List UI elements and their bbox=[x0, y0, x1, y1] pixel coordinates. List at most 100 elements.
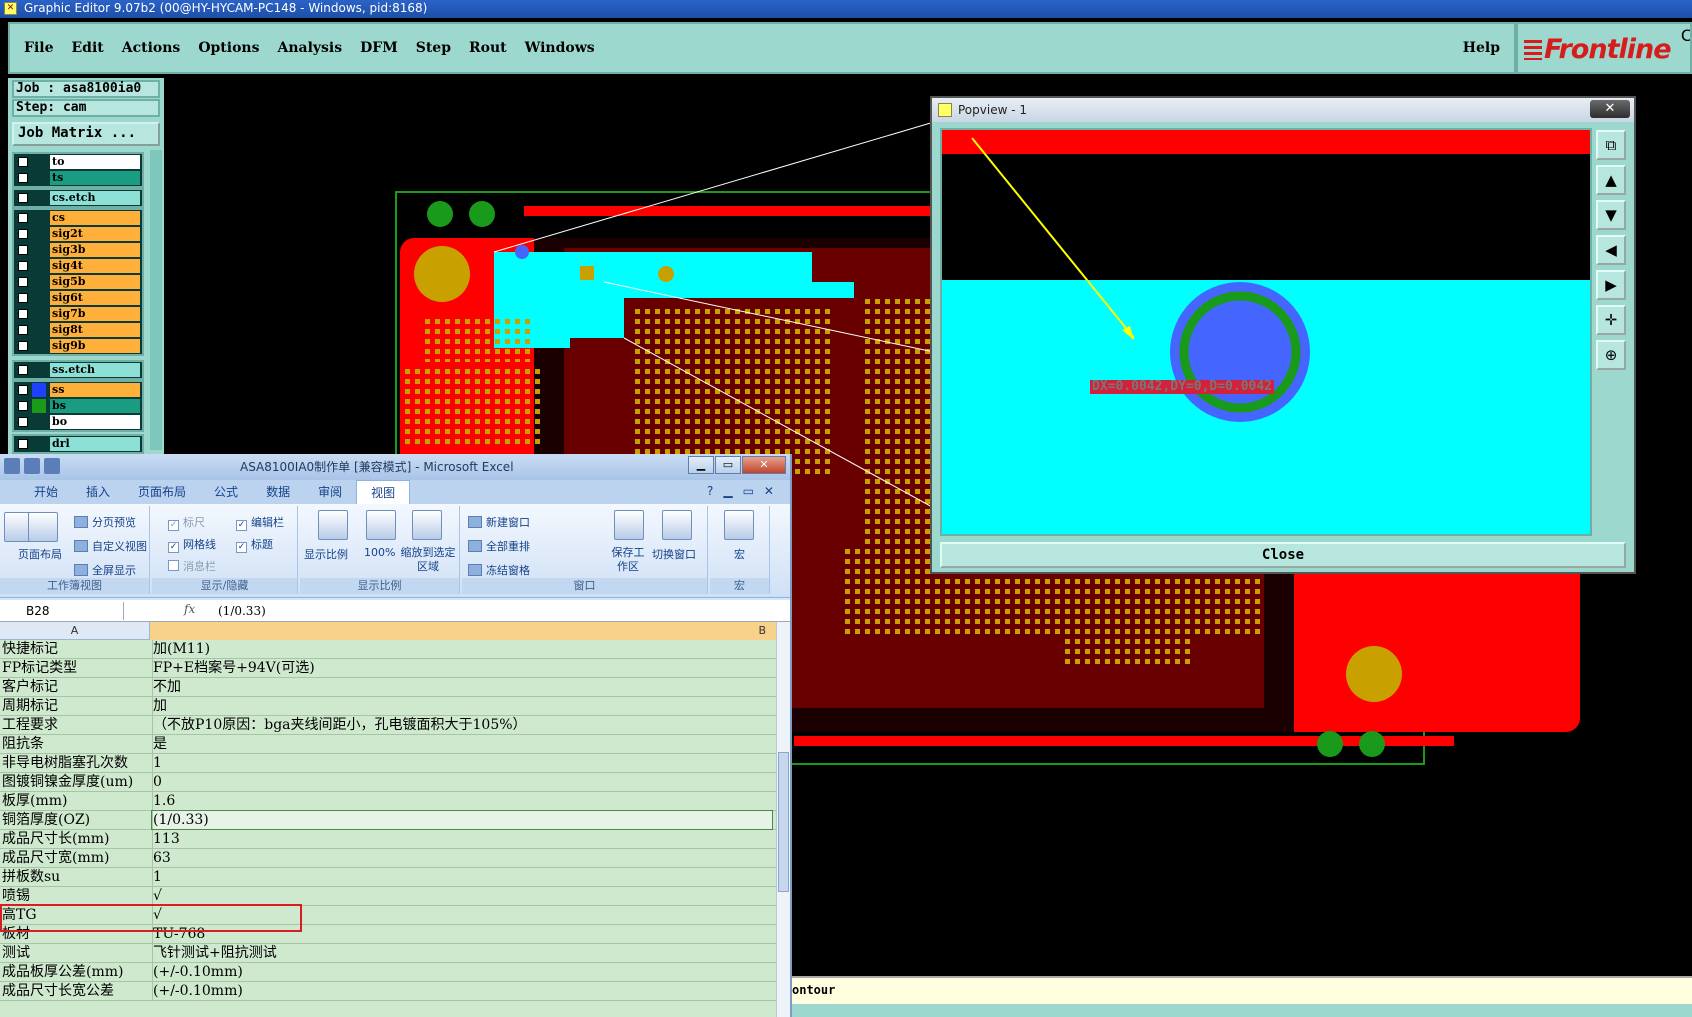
cell-a[interactable]: 板材 bbox=[2, 925, 150, 943]
tab-data[interactable]: 数据 bbox=[252, 480, 304, 504]
layer-checkbox[interactable] bbox=[18, 293, 28, 303]
layer-row-sig5b[interactable]: sig5b bbox=[14, 274, 142, 290]
menu-windows[interactable]: Windows bbox=[525, 40, 595, 56]
tab-insert[interactable]: 插入 bbox=[72, 480, 124, 504]
layer-row-bs[interactable]: bs bbox=[14, 398, 142, 414]
cell-a[interactable]: 铜箔厚度(OZ) bbox=[2, 811, 150, 829]
ribbon-help-controls[interactable]: ?▁▭✕ bbox=[707, 484, 784, 498]
layer-checkbox[interactable] bbox=[18, 213, 28, 223]
layer-row-sig6t[interactable]: sig6t bbox=[14, 290, 142, 306]
cell-a[interactable]: 阻抗条 bbox=[2, 735, 150, 753]
pan-left-icon[interactable]: ◀ bbox=[1596, 235, 1626, 265]
menu-analysis[interactable]: Analysis bbox=[277, 40, 342, 56]
tab-formulas[interactable]: 公式 bbox=[200, 480, 252, 504]
cell-a[interactable]: 成品板厚公差(mm) bbox=[2, 963, 150, 981]
formula-input[interactable]: (1/0.33) bbox=[218, 602, 266, 620]
page-break-preview[interactable]: 分页预览 bbox=[74, 514, 136, 530]
cell-b[interactable]: (+/-0.10mm) bbox=[152, 982, 772, 1000]
cell-a[interactable]: 成品尺寸宽(mm) bbox=[2, 849, 150, 867]
cell-a[interactable]: 图镀铜镍金厚度(um) bbox=[2, 773, 150, 791]
cell-a[interactable]: 板厚(mm) bbox=[2, 792, 150, 810]
cell-a[interactable]: 测试 bbox=[2, 944, 150, 962]
cell-a[interactable]: 拼板数su bbox=[2, 868, 150, 886]
message-bar-checkbox[interactable]: 消息栏 bbox=[168, 558, 216, 574]
fx-icon[interactable]: fx bbox=[184, 602, 195, 616]
maximize-button[interactable]: ▭ bbox=[715, 456, 741, 474]
menu-options[interactable]: Options bbox=[198, 40, 259, 56]
scrollbar-thumb[interactable] bbox=[778, 752, 789, 892]
headings-checkbox[interactable]: ✓ 标题 bbox=[236, 536, 273, 553]
layer-row-cs-etch[interactable]: cs.etch bbox=[14, 190, 142, 206]
tab-page-layout[interactable]: 页面布局 bbox=[124, 480, 200, 504]
popview-canvas[interactable]: DX=0.0042,DY=0,D=0.0042 bbox=[940, 128, 1592, 536]
layer-checkbox[interactable] bbox=[18, 173, 28, 183]
cell-a[interactable]: 高TG bbox=[2, 906, 150, 924]
layer-checkbox[interactable] bbox=[18, 365, 28, 375]
cell-b[interactable]: 63 bbox=[152, 849, 772, 867]
layer-row-ss-etch[interactable]: ss.etch bbox=[14, 362, 142, 378]
name-box[interactable]: B28 bbox=[0, 602, 124, 620]
page-layout-view-icon[interactable] bbox=[28, 512, 58, 542]
cell-b[interactable]: 113 bbox=[152, 830, 772, 848]
cell-b[interactable]: 飞针测试+阻抗测试 bbox=[152, 944, 772, 962]
save-workspace-label[interactable]: 保存工作区 bbox=[608, 546, 648, 574]
cell-b[interactable]: 加(M11) bbox=[152, 640, 772, 658]
new-window-button[interactable]: 新建窗口 bbox=[468, 514, 530, 530]
switch-windows-label[interactable]: 切换窗口 bbox=[652, 546, 696, 562]
menu-file[interactable]: File bbox=[24, 40, 53, 56]
excel-title-bar[interactable]: ASA8100IA0制作单 [兼容模式] - Microsoft Excel ▁… bbox=[0, 454, 790, 480]
layer-row-sig2t[interactable]: sig2t bbox=[14, 226, 142, 242]
cell-a[interactable]: 成品尺寸长(mm) bbox=[2, 830, 150, 848]
undo-icon[interactable] bbox=[24, 458, 40, 474]
gridlines-checkbox[interactable]: ✓ 网格线 bbox=[168, 536, 216, 553]
layer-checkbox[interactable] bbox=[18, 245, 28, 255]
custom-views[interactable]: 自定义视图 bbox=[74, 538, 147, 554]
layer-checkbox[interactable] bbox=[18, 401, 28, 411]
pan-up-icon[interactable]: ▲ bbox=[1596, 165, 1626, 195]
layer-row-cs[interactable]: cs bbox=[14, 210, 142, 226]
save-icon[interactable] bbox=[4, 458, 20, 474]
close-button[interactable]: ✕ bbox=[742, 456, 786, 474]
layer-panel-scrollbar[interactable] bbox=[150, 150, 162, 450]
menu-actions[interactable]: Actions bbox=[122, 40, 181, 56]
menu-help[interactable]: Help bbox=[1463, 40, 1500, 56]
layer-row-bo[interactable]: bo bbox=[14, 414, 142, 430]
popview-title-bar[interactable]: Popview - 1 bbox=[932, 98, 1634, 122]
cell-a[interactable]: 客户标记 bbox=[2, 678, 150, 696]
cell-b[interactable]: 1 bbox=[152, 754, 772, 772]
zoom-magnifier-icon[interactable] bbox=[318, 510, 348, 540]
cell-b[interactable]: √ bbox=[152, 887, 772, 905]
cell-a[interactable]: 非导电树脂塞孔次数 bbox=[2, 754, 150, 772]
arrange-all-button[interactable]: 全部重排 bbox=[468, 538, 530, 554]
ruler-checkbox[interactable]: ✓ 标尺 bbox=[168, 514, 205, 531]
cell-a[interactable]: 工程要求 bbox=[2, 716, 150, 734]
popview-close-x-button[interactable]: ✕ bbox=[1590, 100, 1630, 118]
layer-row-sig3b[interactable]: sig3b bbox=[14, 242, 142, 258]
tab-view[interactable]: 视图 bbox=[356, 480, 411, 504]
layer-row-to[interactable]: to bbox=[14, 154, 142, 170]
layer-checkbox[interactable] bbox=[18, 439, 28, 449]
layer-checkbox[interactable] bbox=[18, 385, 28, 395]
tab-review[interactable]: 审阅 bbox=[304, 480, 356, 504]
zoom-100-icon[interactable] bbox=[366, 510, 396, 540]
vertical-scrollbar[interactable] bbox=[776, 622, 790, 1017]
tab-home[interactable]: 开始 bbox=[20, 480, 72, 504]
layer-row-sig8t[interactable]: sig8t bbox=[14, 322, 142, 338]
zoom-selection-icon[interactable] bbox=[412, 510, 442, 540]
menu-rout[interactable]: Rout bbox=[469, 40, 507, 56]
layer-row-sig4t[interactable]: sig4t bbox=[14, 258, 142, 274]
cell-a[interactable]: 快捷标记 bbox=[2, 640, 150, 658]
column-header-b[interactable]: B bbox=[150, 622, 776, 640]
column-header-a[interactable]: A bbox=[0, 622, 150, 640]
macros-label[interactable]: 宏 bbox=[734, 546, 745, 562]
popview-close-button[interactable]: Close bbox=[940, 542, 1626, 568]
layer-row-drl[interactable]: drl bbox=[14, 436, 142, 452]
zoom-home-icon[interactable]: ✛ bbox=[1596, 305, 1626, 335]
job-matrix-button[interactable]: Job Matrix ... bbox=[12, 122, 160, 146]
redo-icon[interactable] bbox=[44, 458, 60, 474]
minimize-button[interactable]: ▁ bbox=[688, 456, 714, 474]
cell-b[interactable]: 1.6 bbox=[152, 792, 772, 810]
menu-dfm[interactable]: DFM bbox=[360, 40, 398, 56]
layer-checkbox[interactable] bbox=[18, 341, 28, 351]
freeze-panes-button[interactable]: 冻结窗格 bbox=[468, 562, 530, 578]
